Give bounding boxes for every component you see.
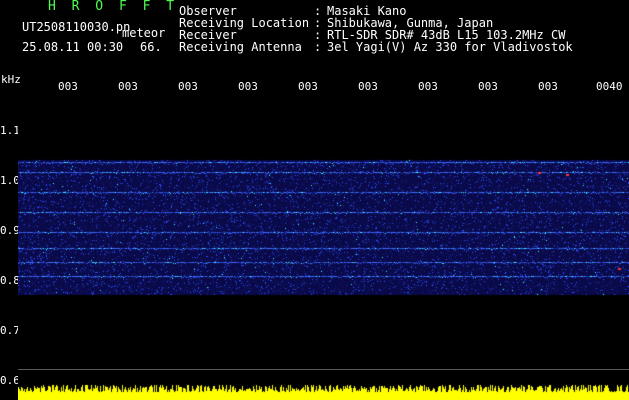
freq-tick-0.9: 0.9 (0, 224, 20, 237)
antenna-colon: : (314, 40, 322, 54)
meteor-label: meteor (122, 26, 166, 40)
freq-tick-1.0: 1.0 (0, 174, 20, 187)
antenna-value: 3el Yagi(V) Az 330 for Vladivostok (327, 40, 573, 54)
gridline (18, 369, 629, 370)
freq-tick-0.6: 0.6 (0, 374, 20, 387)
antenna-label: Receiving Antenna (179, 40, 302, 54)
freq-tick-0.7: 0.7 (0, 324, 20, 337)
title: H R O F F T (48, 0, 179, 14)
freq-tick-1.1: 1.1 (0, 124, 20, 137)
meteor-count: 66. (140, 40, 162, 54)
datetime: 25.08.11 00:30 (22, 40, 124, 54)
filename: UT2508110030.pn (22, 20, 131, 34)
khz-unit-label: kHz (1, 73, 21, 86)
spectrogram (18, 90, 629, 400)
freq-tick-0.8: 0.8 (0, 274, 20, 287)
